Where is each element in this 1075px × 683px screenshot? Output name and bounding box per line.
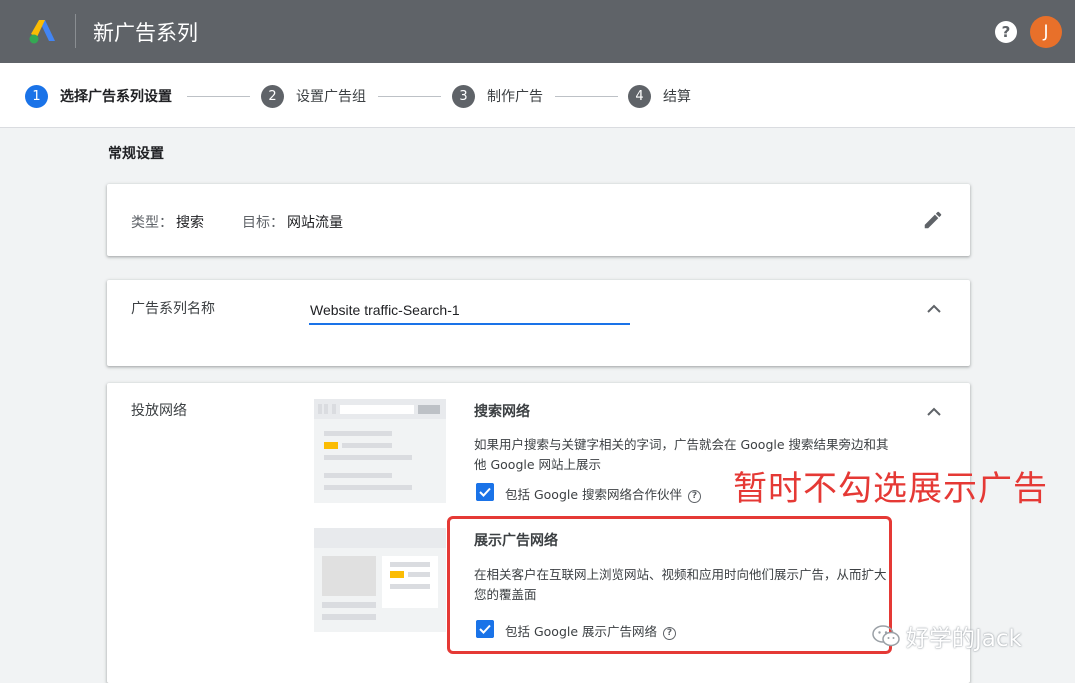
networks-label: 投放网络 bbox=[131, 400, 187, 420]
campaign-name-card: 广告系列名称 bbox=[107, 280, 970, 366]
search-network-illustration-icon bbox=[314, 399, 446, 503]
step-create-ad[interactable]: 3 制作广告 bbox=[452, 84, 543, 108]
step-connector bbox=[555, 96, 618, 97]
step-campaign-settings[interactable]: 1 选择广告系列设置 bbox=[25, 84, 172, 108]
step-label: 制作广告 bbox=[487, 86, 543, 106]
annotation-highlight-box bbox=[447, 516, 892, 654]
display-network-illustration-icon bbox=[314, 528, 446, 632]
header-divider bbox=[75, 14, 76, 48]
search-network-title: 搜索网络 bbox=[474, 401, 530, 421]
checkbox-label-text: 包括 Google 搜索网络合作伙伴 bbox=[505, 487, 682, 502]
edit-pencil-icon[interactable] bbox=[922, 209, 944, 231]
type-goal-card[interactable]: 类型： 搜索 目标： 网站流量 bbox=[107, 184, 970, 256]
google-ads-logo-icon[interactable] bbox=[28, 17, 58, 45]
goal-label: 目标： bbox=[242, 212, 284, 232]
annotation-text: 暂时不勾选展示广告 bbox=[733, 461, 1048, 510]
page-title: 新广告系列 bbox=[93, 17, 198, 47]
step-connector bbox=[187, 96, 250, 97]
top-app-bar: 新广告系列 ? J bbox=[0, 0, 1075, 63]
type-label: 类型： bbox=[131, 212, 173, 232]
search-partners-checkbox-label[interactable]: 包括 Google 搜索网络合作伙伴? bbox=[505, 484, 701, 503]
campaign-stepper: 1 选择广告系列设置 2 设置广告组 3 制作广告 4 结算 bbox=[0, 63, 1075, 128]
section-title-general-settings: 常规设置 bbox=[108, 143, 164, 163]
campaign-name-input[interactable] bbox=[309, 297, 630, 325]
watermark: 好学的Jack bbox=[872, 619, 1022, 653]
chevron-up-icon[interactable] bbox=[926, 302, 942, 314]
type-value: 搜索 bbox=[176, 212, 204, 232]
account-avatar[interactable]: J bbox=[1030, 16, 1062, 48]
step-connector bbox=[378, 96, 441, 97]
watermark-text: 好学的Jack bbox=[906, 619, 1022, 653]
chevron-up-icon[interactable] bbox=[926, 405, 942, 417]
campaign-name-label: 广告系列名称 bbox=[131, 298, 215, 318]
step-ad-group[interactable]: 2 设置广告组 bbox=[261, 84, 366, 108]
step-number: 4 bbox=[628, 85, 651, 108]
wechat-icon bbox=[872, 625, 900, 647]
step-label: 设置广告组 bbox=[296, 86, 366, 106]
step-label: 选择广告系列设置 bbox=[60, 86, 172, 106]
help-circle-icon[interactable]: ? bbox=[688, 490, 701, 503]
goal-value: 网站流量 bbox=[287, 212, 343, 232]
step-number: 2 bbox=[261, 85, 284, 108]
step-label: 结算 bbox=[663, 86, 691, 106]
step-checkout[interactable]: 4 结算 bbox=[628, 84, 691, 108]
search-partners-checkbox[interactable] bbox=[476, 483, 494, 501]
help-icon[interactable]: ? bbox=[995, 21, 1017, 43]
step-number: 3 bbox=[452, 85, 475, 108]
step-number: 1 bbox=[25, 85, 48, 108]
